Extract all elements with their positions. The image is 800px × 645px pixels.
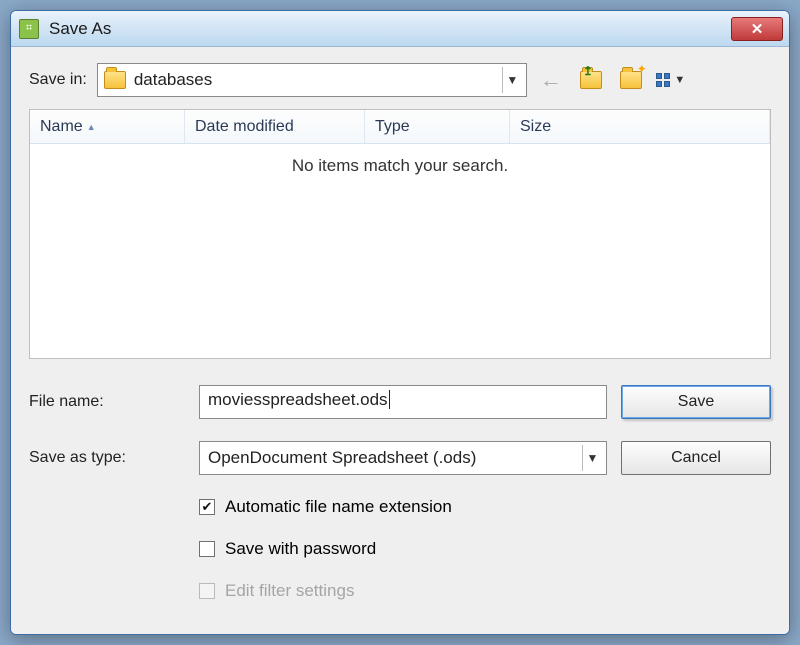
chevron-down-icon: ▼ [674,74,685,86]
edit-filter-settings-label: Edit filter settings [225,581,354,601]
empty-list-message: No items match your search. [30,144,770,358]
column-header-size[interactable]: Size [510,110,770,143]
new-folder-button[interactable]: ✦ [617,66,645,94]
dialog-body: Save in: databases ▼ ← ↥ ✦ [11,47,789,634]
column-headers: Name ▲ Date modified Type Size [30,110,770,144]
column-header-name[interactable]: Name ▲ [30,110,185,143]
close-icon: ✕ [751,20,764,38]
up-one-level-button[interactable]: ↥ [577,66,605,94]
close-button[interactable]: ✕ [731,17,783,41]
folder-icon [104,71,126,89]
save-in-combo[interactable]: databases ▼ [97,63,527,97]
sort-ascending-icon: ▲ [87,122,96,132]
chevron-down-icon: ▼ [582,445,602,471]
auto-extension-option[interactable]: ✔ Automatic file name extension [199,497,771,517]
app-icon: ⌗ [19,19,39,39]
file-list: Name ▲ Date modified Type Size No items … [29,109,771,359]
view-list-icon [656,73,670,87]
location-toolbar: Save in: databases ▼ ← ↥ ✦ [29,57,771,109]
file-name-input[interactable]: moviesspreadsheet.ods [199,385,607,419]
window-title: Save As [49,19,111,39]
column-label: Size [520,118,551,136]
form-area: File name: moviesspreadsheet.ods Save Sa… [29,359,771,601]
save-as-type-value: OpenDocument Spreadsheet (.ods) [208,448,582,468]
column-header-date-modified[interactable]: Date modified [185,110,365,143]
checkbox-checked-icon[interactable]: ✔ [199,499,215,515]
save-with-password-option[interactable]: Save with password [199,539,771,559]
titlebar: ⌗ Save As ✕ [11,11,789,47]
file-name-label: File name: [29,393,185,411]
save-in-value: databases [134,70,502,90]
arrow-up-icon: ↥ [583,64,593,78]
save-as-type-label: Save as type: [29,449,185,467]
file-name-value: moviesspreadsheet.ods [208,390,390,409]
column-label: Date modified [195,118,294,136]
save-with-password-label: Save with password [225,539,376,559]
save-as-type-combo[interactable]: OpenDocument Spreadsheet (.ods) ▼ [199,441,607,475]
save-as-dialog: ⌗ Save As ✕ Save in: databases ▼ ← ↥ [10,10,790,635]
edit-filter-settings-option: Edit filter settings [199,581,771,601]
column-header-type[interactable]: Type [365,110,510,143]
arrow-left-icon: ← [540,67,562,93]
save-button[interactable]: Save [621,385,771,419]
back-button[interactable]: ← [537,66,565,94]
sparkle-icon: ✦ [637,62,647,76]
column-label: Name [40,118,83,136]
auto-extension-label: Automatic file name extension [225,497,452,517]
view-menu-button[interactable]: ▼ [657,66,685,94]
column-label: Type [375,118,410,136]
save-in-label: Save in: [29,71,87,89]
chevron-down-icon: ▼ [502,67,522,93]
checkbox-unchecked-icon[interactable] [199,541,215,557]
checkbox-disabled-icon [199,583,215,599]
cancel-button[interactable]: Cancel [621,441,771,475]
